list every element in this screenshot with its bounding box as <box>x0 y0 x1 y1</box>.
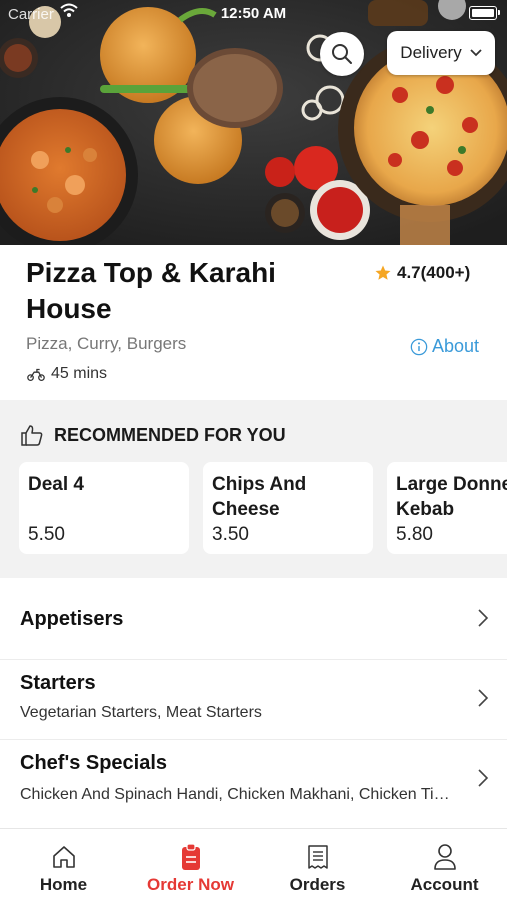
delivery-mode-label: Delivery <box>400 43 462 62</box>
about-label: About <box>432 336 480 356</box>
category-subtitle: Chicken And Spinach Handi, Chicken Makha… <box>20 786 450 803</box>
category-title: Chef's Specials <box>20 752 168 774</box>
category-title: Starters <box>20 672 96 694</box>
status-bar: Carrier 12:50 AM <box>0 0 507 30</box>
recommended-header: RECOMMENDED FOR YOU <box>20 424 286 446</box>
scooter-icon <box>27 368 45 382</box>
category-title: Appetisers <box>20 608 124 630</box>
tab-order-now[interactable]: Order Now <box>127 829 254 900</box>
restaurant-rating: 4.7(400+) <box>374 263 470 283</box>
chevron-down-icon <box>470 49 482 57</box>
tab-label: Account <box>410 875 479 894</box>
person-icon <box>433 844 456 870</box>
recommended-item-price: 5.80 <box>396 524 433 545</box>
thumbs-up-icon <box>21 425 43 446</box>
restaurant-info: Pizza Top & Karahi House 4.7(400+) Pizza… <box>0 245 507 400</box>
recommended-item-name-line2: Cheese <box>212 499 280 520</box>
recommended-item-name: Chips And <box>212 474 307 495</box>
recommended-item-card[interactable]: Chips And Cheese 3.50 <box>203 462 373 554</box>
recommended-item-name: Large Donner <box>396 474 507 495</box>
info-icon <box>410 338 428 355</box>
recommended-section: RECOMMENDED FOR YOU Deal 4 5.50 Chips An… <box>0 400 507 578</box>
cuisine-list: Pizza, Curry, Burgers <box>26 334 187 353</box>
bottom-tab-bar: Home Order Now Orders Account <box>0 828 507 900</box>
recommended-item-card[interactable]: Deal 4 5.50 <box>19 462 189 554</box>
search-icon <box>332 44 352 64</box>
chevron-right-icon <box>478 769 489 787</box>
restaurant-name: Pizza Top & Karahi House <box>26 257 276 324</box>
receipt-icon <box>307 845 328 869</box>
recommended-item-price: 5.50 <box>28 524 65 545</box>
about-link[interactable]: About <box>410 336 479 357</box>
delivery-mode-dropdown[interactable]: Delivery <box>387 31 495 75</box>
status-time: 12:50 AM <box>220 5 287 22</box>
home-icon <box>52 846 75 868</box>
tab-orders[interactable]: Orders <box>254 829 381 900</box>
battery-icon <box>469 6 500 20</box>
category-row-appetisers[interactable]: Appetisers <box>0 578 507 660</box>
restaurant-hero-image: Carrier 12:50 AM Delivery <box>0 0 507 245</box>
recommended-title: RECOMMENDED FOR YOU <box>54 424 286 445</box>
recommended-item-price: 3.50 <box>212 524 249 545</box>
search-button[interactable] <box>320 32 364 76</box>
recommended-item-name: Deal 4 <box>28 474 84 495</box>
chevron-right-icon <box>478 609 489 627</box>
tab-label: Orders <box>289 875 346 894</box>
recommended-item-card[interactable]: Large Donner Kebab 5.80 <box>387 462 507 554</box>
delivery-eta: 45 mins <box>26 365 107 383</box>
category-subtitle: Vegetarian Starters, Meat Starters <box>20 704 262 721</box>
menu-categories: Appetisers Starters Vegetarian Starters,… <box>0 578 507 826</box>
tab-label: Order Now <box>147 875 234 894</box>
order-icon <box>181 843 200 870</box>
tab-label: Home <box>39 875 88 894</box>
tab-account[interactable]: Account <box>381 829 507 900</box>
category-row-starters[interactable]: Starters Vegetarian Starters, Meat Start… <box>0 660 507 740</box>
category-row-chefs-specials[interactable]: Chef's Specials Chicken And Spinach Hand… <box>0 740 507 826</box>
eta-value: 45 mins <box>51 365 108 382</box>
tab-home[interactable]: Home <box>0 829 127 900</box>
recommended-item-name-line2: Kebab <box>396 499 455 520</box>
chevron-right-icon <box>478 689 489 707</box>
rating-value: 4.7(400+) <box>397 263 471 282</box>
star-icon <box>375 265 391 280</box>
